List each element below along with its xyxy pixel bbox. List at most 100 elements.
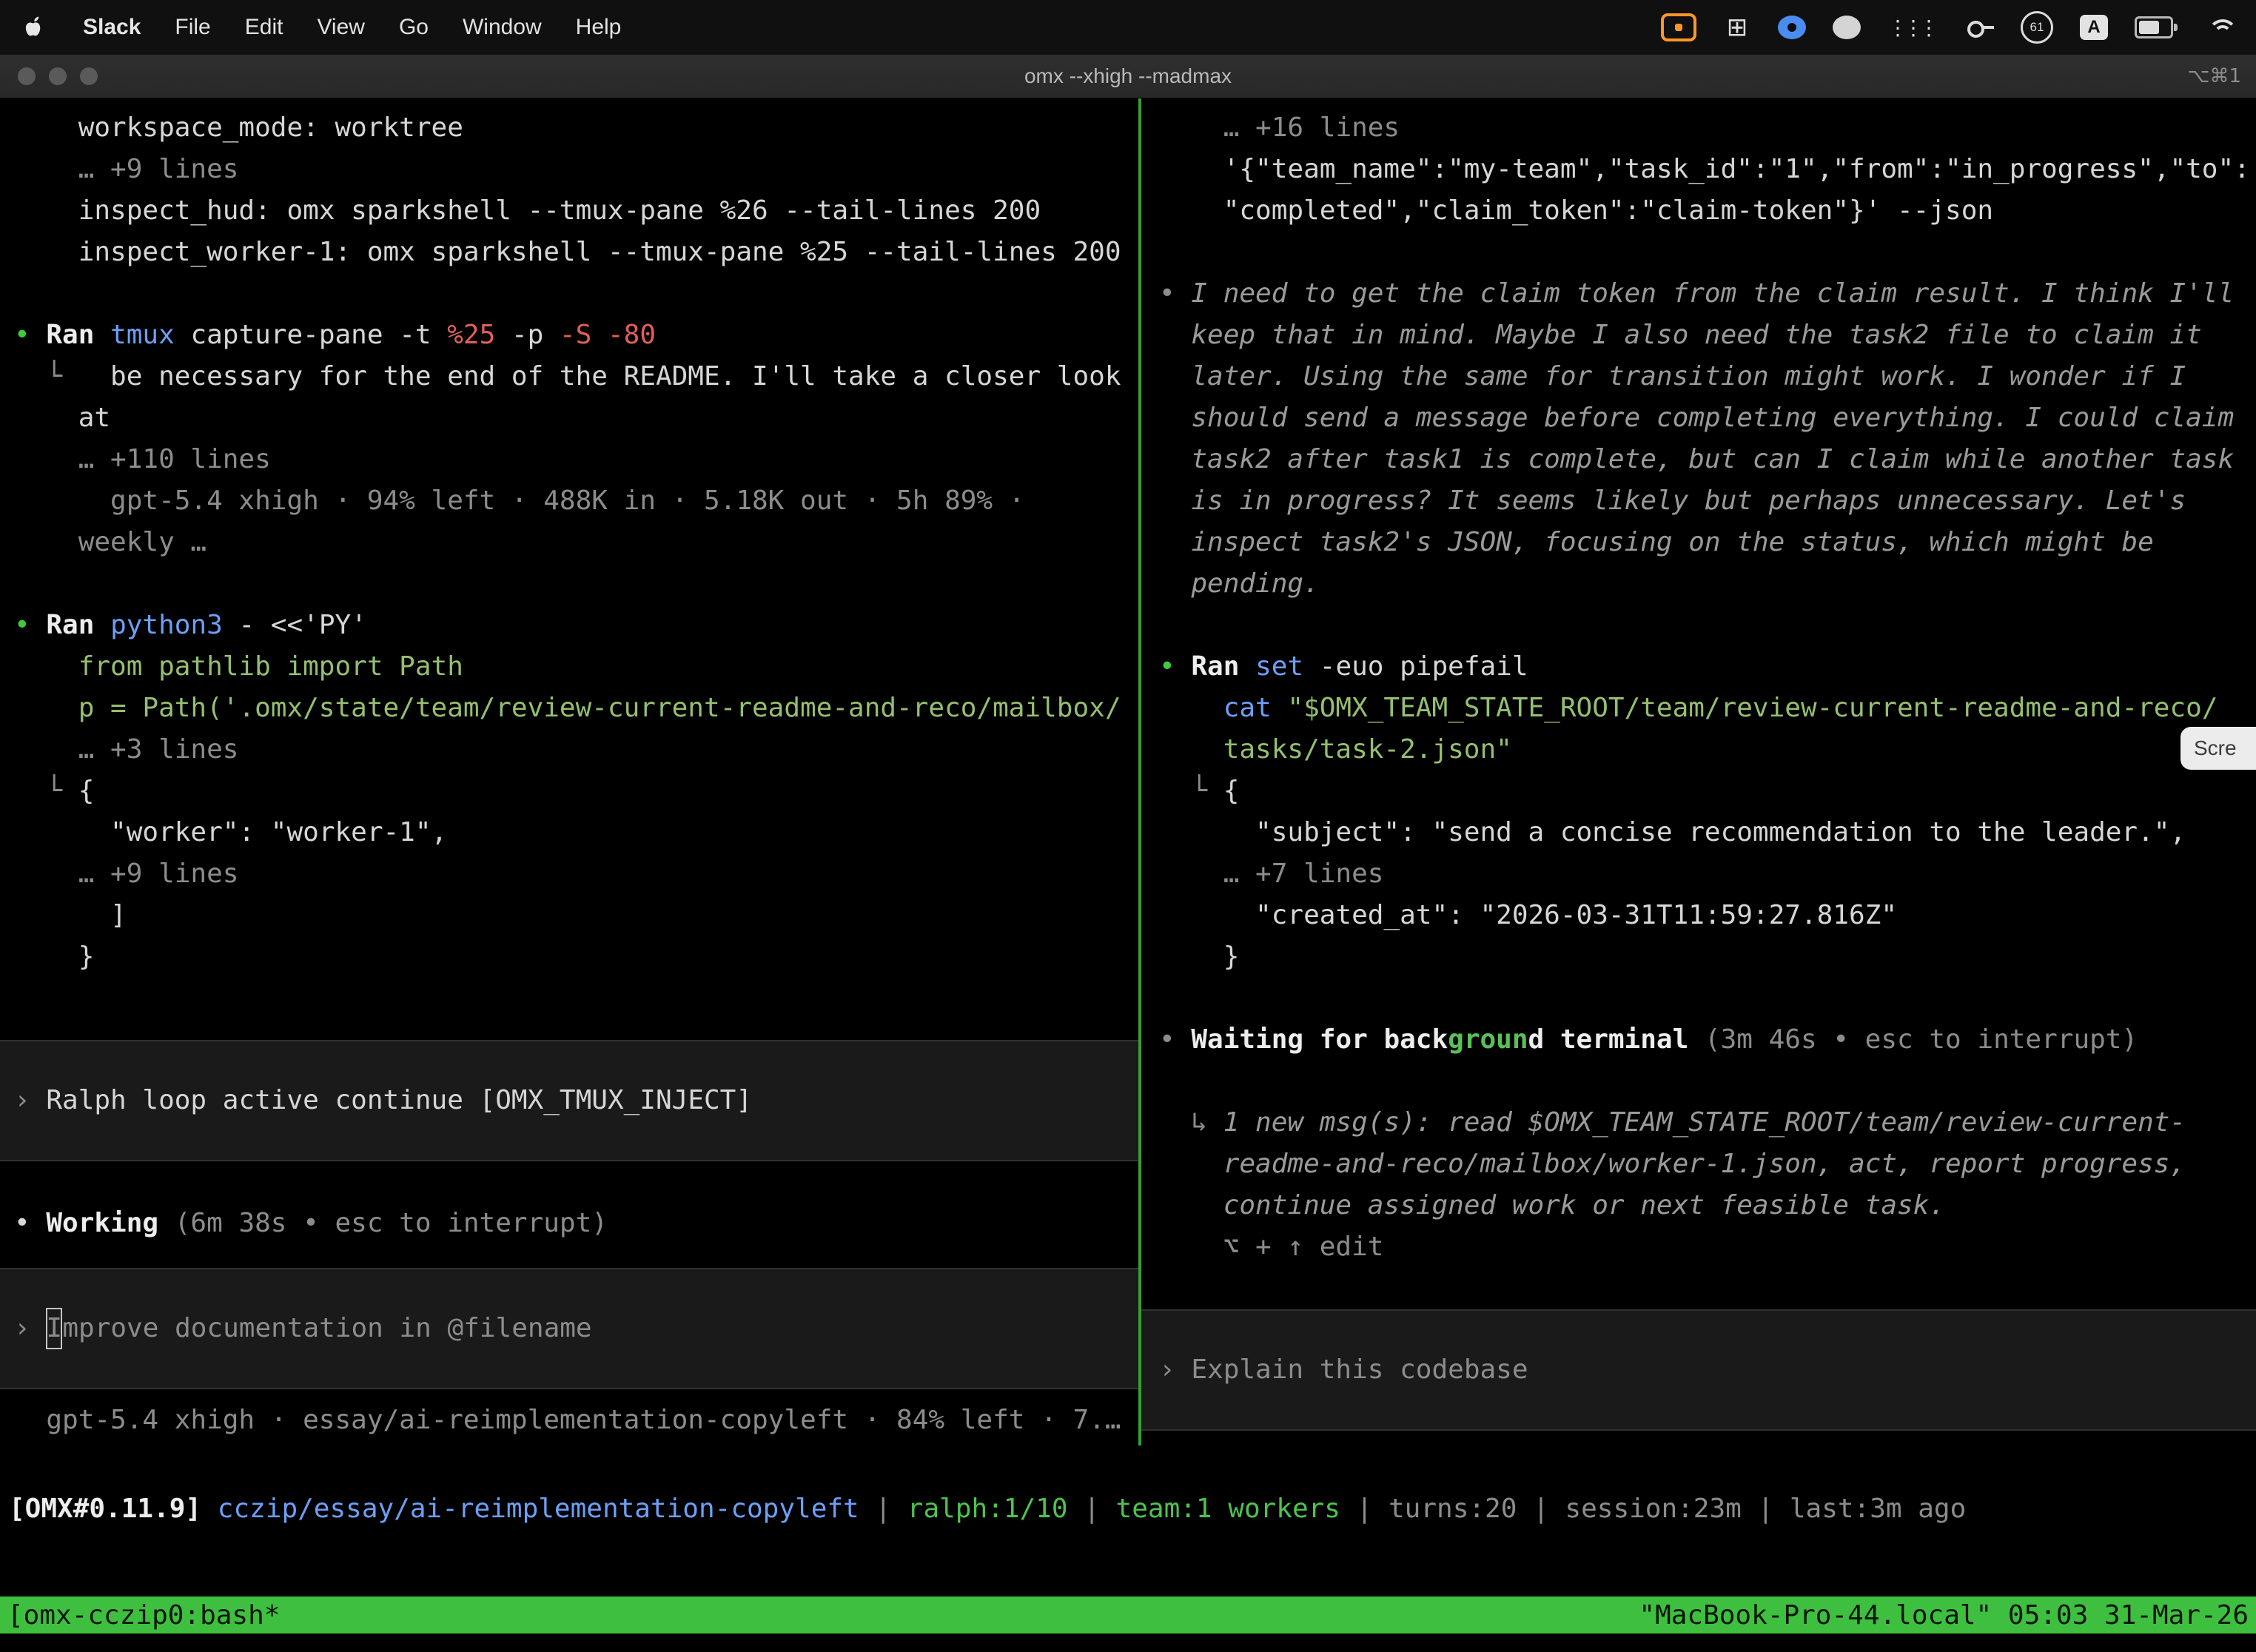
window-shortcut-badge: ⌥⌘1 xyxy=(2187,65,2256,87)
terminal-text-segment: … +9 lines xyxy=(14,859,238,889)
app-grid-icon[interactable]: ⋮⋮⋮ xyxy=(1887,11,1939,44)
terminal-line: } xyxy=(0,936,1138,978)
terminal-line: … +9 lines xyxy=(0,853,1138,895)
terminal-line: pending. xyxy=(1141,563,2256,605)
loom-icon[interactable] xyxy=(1778,16,1806,39)
terminal-text-segment: { xyxy=(1223,776,1240,806)
terminal-text-segment: • xyxy=(1159,651,1175,682)
left-pane[interactable]: workspace_mode: worktree … +9 lines insp… xyxy=(0,98,1138,1446)
terminal-line: tasks/task-2.json" xyxy=(1141,729,2256,770)
menu-file[interactable]: File xyxy=(175,15,210,40)
right-pane[interactable]: … +16 lines '{"team_name":"my-team","tas… xyxy=(1141,98,2256,1446)
terminal-line: └ { xyxy=(0,770,1138,812)
terminal-line: ⌥ + ↑ edit xyxy=(1141,1226,2256,1268)
terminal-text-segment: (3m 46s • esc to interrupt) xyxy=(1688,1024,2138,1055)
terminal-text-segment: › xyxy=(1159,1354,1191,1385)
terminal-text-segment: (6m 38s • esc to interrupt) xyxy=(158,1208,608,1238)
battery-icon[interactable] xyxy=(2135,16,2173,38)
terminal-text-segment: Ran xyxy=(30,610,110,640)
terminal-text-segment: └ xyxy=(14,776,78,806)
github-icon[interactable] xyxy=(1833,16,1861,39)
terminal-text-segment: mprove documentation in @filename xyxy=(62,1313,591,1343)
terminal-text-segment: later. Using the same for transition mig… xyxy=(1159,361,2186,392)
terminal-text-segment: capture-pane -t xyxy=(175,320,447,350)
terminal-line: ↳ 1 new msg(s): read $OMX_TEAM_STATE_ROO… xyxy=(1141,1102,2256,1144)
terminal-window: workspace_mode: worktree … +9 lines insp… xyxy=(0,98,2256,1652)
terminal-line: • Waiting for background terminal (3m 46… xyxy=(1141,1019,2256,1061)
minimize-button[interactable] xyxy=(49,67,67,85)
terminal-text-segment: • xyxy=(14,320,30,350)
terminal-line: "worker": "worker-1", xyxy=(0,812,1138,853)
terminal-text-segment: [OMX#0.11.9] xyxy=(9,1494,201,1524)
terminal-line: cat "$OMX_TEAM_STATE_ROOT/team/review-cu… xyxy=(1141,688,2256,729)
terminal-text-segment: … +110 lines xyxy=(14,444,271,474)
terminal-text-segment: readme-and-reco/mailbox/worker-1.json, a… xyxy=(1159,1149,2186,1179)
terminal-text-segment: from pathlib import Path xyxy=(14,651,463,682)
mailbox-message-block: ↳ 1 new msg(s): read $OMX_TEAM_STATE_ROO… xyxy=(1141,1102,2256,1268)
terminal-line: at xyxy=(0,397,1138,439)
terminal-line: "subject": "send a concise recommendatio… xyxy=(1141,812,2256,853)
wifi-icon[interactable] xyxy=(2206,15,2235,40)
menu-view[interactable]: View xyxy=(317,15,364,40)
terminal-line: gpt-5.4 xhigh · essay/ai-reimplementatio… xyxy=(0,1400,1138,1441)
terminal-text-segment: cat xyxy=(1159,693,1272,723)
terminal-text-segment: pending. xyxy=(1159,568,1320,599)
zoom-button[interactable] xyxy=(80,67,98,85)
terminal-text-segment: | turns:20 | session:23m | last:3m ago xyxy=(1340,1494,1966,1524)
terminal-line: ] xyxy=(0,895,1138,936)
terminal-text-segment: | xyxy=(1068,1494,1116,1524)
terminal-text-segment: { xyxy=(78,776,95,806)
input-source-icon[interactable]: A xyxy=(2080,15,2108,40)
terminal-line: workspace_mode: worktree xyxy=(0,107,1138,149)
terminal-text-segment: } xyxy=(14,941,94,972)
thinking-block: • I need to get the claim token from the… xyxy=(1141,273,2256,605)
terminal-text-segment: Ran xyxy=(30,320,110,350)
tmux-session-label: [omx-cczip0:bash* xyxy=(7,1600,280,1631)
screen-overlay-notification[interactable]: Scre xyxy=(2181,727,2256,770)
screen-recording-indicator-icon[interactable] xyxy=(1661,13,1696,41)
menu-go[interactable]: Go xyxy=(399,15,429,40)
menu-edit[interactable]: Edit xyxy=(245,15,283,40)
terminal-line: • Ran set -euo pipefail xyxy=(1141,646,2256,688)
terminal-text-segment: inspect task2's JSON, focusing on the st… xyxy=(1159,527,2154,557)
log-tail-block: workspace_mode: worktree … +9 lines insp… xyxy=(0,107,1138,273)
gauge-icon[interactable]: 61 xyxy=(2021,11,2053,44)
terminal-text-segment: Waiting for back xyxy=(1191,1024,1448,1055)
terminal-text-segment: … +16 lines xyxy=(1159,113,1400,143)
terminal-text-segment: • xyxy=(1159,1024,1191,1055)
app-menu-slack[interactable]: Slack xyxy=(83,15,141,40)
terminal-text-segment: ↳ xyxy=(1159,1107,1223,1138)
terminal-line: … +9 lines xyxy=(0,149,1138,190)
terminal-text-segment: tasks/task-2.json" xyxy=(1159,734,1512,765)
ralph-loop-banner: › Ralph loop active continue [OMX_TMUX_I… xyxy=(0,1040,1138,1161)
json-arg-block: … +16 lines '{"team_name":"my-team","tas… xyxy=(1141,107,2256,232)
terminal-text-segment: 1 new msg(s): read $OMX_TEAM_STATE_ROOT/… xyxy=(1223,1107,2186,1138)
prompt-input[interactable]: › Improve documentation in @filename xyxy=(0,1268,1138,1389)
terminal-text-segment: "created_at": "2026-03-31T11:59:27.816Z" xyxy=(1159,900,1897,930)
terminal-text-segment: -S -80 xyxy=(560,320,656,350)
terminal-text-segment: "worker": "worker-1", xyxy=(14,817,447,847)
model-status-line: gpt-5.4 xhigh · essay/ai-reimplementatio… xyxy=(0,1400,1138,1441)
terminal-line: gpt-5.4 xhigh · 94% left · 488K in · 5.1… xyxy=(0,480,1138,522)
menu-bar-left: Slack File Edit View Go Window Help xyxy=(21,11,621,44)
terminal-line: should send a message before completing … xyxy=(1141,397,2256,439)
tile-grid-icon[interactable]: ⊞ xyxy=(1723,11,1751,44)
terminal-text-segment: › xyxy=(14,1313,46,1343)
key-icon[interactable] xyxy=(1966,14,1994,41)
working-status: • Working (6m 38s • esc to interrupt) xyxy=(0,1203,1138,1244)
terminal-text-segment: | xyxy=(859,1494,907,1524)
menu-help[interactable]: Help xyxy=(576,15,622,40)
menu-window[interactable]: Window xyxy=(463,15,542,40)
apple-menu[interactable] xyxy=(21,11,49,44)
close-button[interactable] xyxy=(18,67,36,85)
terminal-line: from pathlib import Path xyxy=(0,646,1138,688)
terminal-line: "created_at": "2026-03-31T11:59:27.816Z" xyxy=(1141,895,2256,936)
prompt-input[interactable]: › Explain this codebase xyxy=(1141,1309,2256,1431)
menu-bar: Slack File Edit View Go Window Help ⊞ ⋮⋮… xyxy=(0,0,2256,55)
terminal-text-segment: inspect_worker-1: omx sparkshell --tmux-… xyxy=(14,237,1121,267)
terminal-line: › Explain this codebase xyxy=(1141,1349,2256,1391)
terminal-text-segment: groun xyxy=(1448,1024,1528,1055)
terminal-line: gpt-5.4 xhigh · 94% left · 488K in · 5.1… xyxy=(1141,1441,2256,1446)
tmux-host-clock-label: "MacBook-Pro-44.local" 05:03 31-Mar-26 xyxy=(1639,1600,2249,1631)
window-title: omx --xhigh --madmax xyxy=(0,64,2256,88)
